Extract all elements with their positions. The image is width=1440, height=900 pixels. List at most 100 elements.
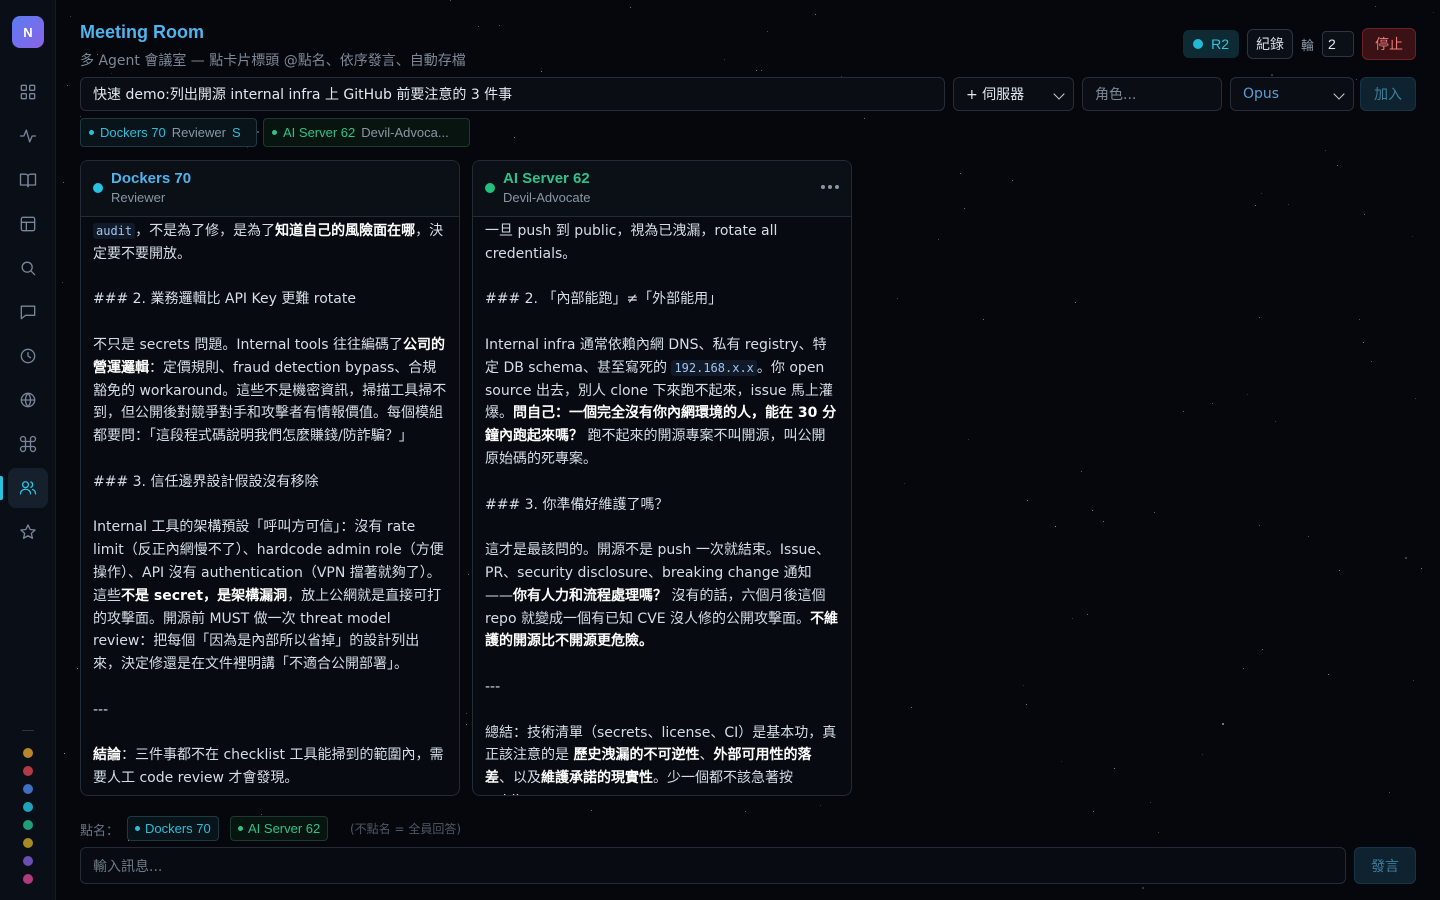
send-button[interactable]: 發言 bbox=[1354, 847, 1416, 884]
message-text: 、 bbox=[699, 747, 714, 764]
star-dot bbox=[80, 116, 81, 117]
star-dot bbox=[1142, 887, 1144, 889]
star-dot bbox=[1055, 526, 1056, 527]
star-dot bbox=[1261, 193, 1262, 194]
message-text: 維護承諾的現實性 bbox=[541, 770, 653, 787]
star-dot bbox=[591, 810, 592, 811]
agent-card-header[interactable]: Dockers 70 Reviewer bbox=[81, 161, 459, 217]
star-dot bbox=[1356, 79, 1357, 80]
participant-chip-aiserver[interactable]: AI Server 62 Devil-Advoca... bbox=[263, 118, 470, 147]
star-dot bbox=[450, 0, 451, 1]
message-paragraph: ### 3. 信任邊界設計假設沒有移除 bbox=[93, 471, 447, 494]
star-dot bbox=[468, 574, 469, 575]
star-dot bbox=[1081, 471, 1082, 472]
star-dot bbox=[1288, 204, 1289, 205]
record-button[interactable]: 紀錄 bbox=[1246, 29, 1293, 59]
star-dot bbox=[1061, 761, 1062, 762]
star-dot bbox=[1405, 557, 1407, 559]
topic-input[interactable]: 快速 demo:列出開源 internal infra 上 GitHub 前要注… bbox=[80, 77, 945, 111]
star-dot bbox=[745, 811, 746, 812]
status-dot bbox=[23, 820, 33, 830]
agent-card-header[interactable]: AI Server 62 Devil-Advocate bbox=[473, 161, 851, 217]
star-dot bbox=[77, 668, 78, 669]
nav-layout[interactable] bbox=[8, 204, 48, 244]
nav-activity[interactable] bbox=[8, 116, 48, 156]
stop-button[interactable]: 停止 bbox=[1362, 28, 1416, 60]
star-dot bbox=[1075, 302, 1076, 303]
star-dot bbox=[466, 713, 467, 714]
agent-status-dot bbox=[93, 183, 103, 193]
star-dot bbox=[964, 208, 965, 209]
star-dot bbox=[960, 173, 961, 174]
nav-network[interactable] bbox=[8, 380, 48, 420]
star-dot bbox=[897, 298, 898, 299]
star-dot bbox=[1150, 802, 1151, 803]
nav-history[interactable] bbox=[8, 336, 48, 376]
star-dot bbox=[1363, 342, 1364, 343]
star-dot bbox=[630, 7, 631, 8]
role-input[interactable]: 角色... bbox=[1082, 77, 1222, 111]
message-text: 結論 bbox=[93, 747, 121, 764]
nav-meeting[interactable] bbox=[8, 468, 48, 508]
mention-chip-label: Dockers 70 bbox=[145, 821, 211, 836]
message-text: ### 2. 業務邏輯比 API Key 更難 rotate bbox=[93, 291, 356, 308]
message-text: ### 3. 你準備好維護了嗎？ bbox=[485, 496, 669, 513]
round-label: 輪 bbox=[1300, 38, 1314, 54]
message-text: ### 3. 信任邊界設計假設沒有移除 bbox=[93, 473, 319, 490]
status-dot bbox=[23, 874, 33, 884]
message-paragraph: 總結：技術清單（secrets、license、CI）是基本功，真正該注意的是 … bbox=[485, 722, 839, 795]
command-icon bbox=[19, 435, 37, 453]
mention-status-dot bbox=[135, 826, 140, 831]
message-text: ### 2. 「內部能跑」≠「外部能用」 bbox=[485, 291, 723, 308]
message-text: 不是 secret，是架構漏洞 bbox=[121, 587, 288, 604]
status-dot bbox=[23, 748, 33, 758]
star-dot bbox=[1359, 319, 1360, 320]
nav-docs[interactable] bbox=[8, 160, 48, 200]
message-text: 不只是 secrets 問題。Internal tools 往往編碼了 bbox=[93, 336, 404, 353]
join-button[interactable]: 加入 bbox=[1360, 77, 1416, 111]
model-select[interactable]: Opus bbox=[1230, 77, 1354, 111]
star-dot bbox=[724, 59, 725, 60]
message-paragraph: --- bbox=[485, 676, 839, 699]
star-dot bbox=[1243, 668, 1244, 669]
star-dot bbox=[904, 483, 905, 484]
participant-name: Dockers 70 bbox=[100, 125, 166, 140]
mention-chip-aiserver[interactable]: AI Server 62 bbox=[230, 816, 329, 841]
nav-favorites[interactable] bbox=[8, 512, 48, 552]
round-count-input[interactable] bbox=[1322, 31, 1354, 57]
globe-icon bbox=[20, 392, 36, 408]
message-paragraph: 一旦 push 到 public，視為已洩漏，rotate all creden… bbox=[485, 220, 839, 266]
star-dot bbox=[1389, 792, 1390, 793]
app-logo[interactable]: N bbox=[12, 16, 44, 48]
mention-chip-dockers[interactable]: Dockers 70 bbox=[127, 816, 219, 841]
book-icon bbox=[19, 173, 37, 188]
message-paragraph: --- bbox=[93, 699, 447, 722]
star-dot bbox=[1371, 361, 1372, 362]
star-dot bbox=[1012, 180, 1013, 181]
participant-chip-dockers[interactable]: Dockers 70 Reviewer S bbox=[80, 118, 257, 147]
nav-dashboard[interactable] bbox=[8, 72, 48, 112]
star-dot bbox=[466, 724, 467, 725]
participant-status-dot bbox=[89, 130, 94, 135]
server-select-value: + 伺服器 bbox=[966, 87, 1025, 103]
nav-search[interactable] bbox=[8, 248, 48, 288]
header-controls: R2 紀錄 輪 停止 bbox=[1183, 28, 1416, 60]
chevron-down-icon bbox=[1053, 88, 1065, 100]
role-input-placeholder: 角色... bbox=[1095, 87, 1137, 103]
message-input[interactable]: 輸入訊息... bbox=[80, 847, 1346, 884]
status-dot bbox=[23, 784, 33, 794]
server-select[interactable]: + 伺服器 bbox=[953, 77, 1074, 111]
nav-chat[interactable] bbox=[8, 292, 48, 332]
message-text: 一旦 push 到 public，視為已洩漏，rotate all creden… bbox=[485, 223, 778, 262]
nav-commands[interactable] bbox=[8, 424, 48, 464]
agent-status-dot bbox=[485, 183, 495, 193]
star-dot bbox=[514, 137, 515, 138]
star-dot bbox=[983, 319, 984, 320]
more-options-icon[interactable] bbox=[821, 185, 839, 189]
agent-role: Reviewer bbox=[111, 190, 166, 205]
star-dot bbox=[1092, 510, 1093, 511]
star-dot bbox=[1433, 12, 1434, 13]
star-dot bbox=[1259, 525, 1260, 526]
chevron-down-icon bbox=[1333, 88, 1345, 100]
status-dot bbox=[23, 838, 33, 848]
